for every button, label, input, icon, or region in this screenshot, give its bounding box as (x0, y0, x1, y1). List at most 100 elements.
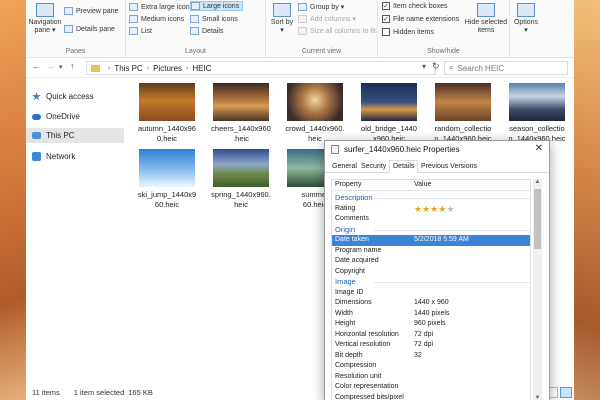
file-item[interactable]: old_bridge_1440 x960.heic (354, 83, 424, 144)
file-item[interactable]: ski_jump_1440x9 60.heic (132, 149, 202, 210)
breadcrumb-this-pc[interactable]: This PC (114, 64, 142, 73)
sidebar-item-network[interactable]: Network (26, 149, 124, 164)
file-item[interactable]: random_collectio n_1440x960.heic (428, 83, 498, 144)
close-icon[interactable]: ✕ (535, 143, 543, 154)
cloud-icon (32, 113, 41, 120)
sidebar-item-label: Quick access (46, 92, 94, 101)
refresh-icon[interactable]: ↻ (432, 61, 440, 72)
desktop-wallpaper-left (0, 0, 26, 400)
property-name: Date taken (335, 236, 369, 243)
star-icon[interactable]: ★ (446, 204, 454, 214)
dialog-title-bar[interactable]: surfer_1440x960.heic Properties (325, 141, 549, 157)
file-item[interactable]: season_collectio n_1440x960.heic (502, 83, 572, 144)
property-row[interactable]: Compressed bits/pixel (332, 393, 530, 400)
navigation-pane: Quick access OneDrive This PC Network (26, 79, 124, 385)
property-name: Dimensions (335, 299, 372, 306)
add-columns-button[interactable]: Add columns ▾ (298, 14, 356, 24)
recent-locations-chevron-icon[interactable]: ▾ (59, 63, 63, 71)
property-row[interactable]: Date acquired (332, 256, 530, 267)
file-name: heic (234, 200, 248, 209)
ribbon-group-label: Panes (65, 48, 86, 55)
property-row[interactable]: Width 1440 pixels (332, 309, 530, 320)
property-row[interactable]: Image ID (332, 288, 530, 299)
extra-large-icons-option[interactable]: Extra large icons (129, 2, 193, 12)
hide-selected-items-button[interactable]: Hide selected items (464, 2, 508, 35)
file-item[interactable]: cheers_1440x960 .heic (206, 83, 276, 144)
property-row[interactable]: Bit depth 32 (332, 351, 530, 362)
back-arrow-icon[interactable]: ← (32, 61, 41, 71)
breadcrumb-pictures[interactable]: Pictures (153, 64, 182, 73)
small-icons-option[interactable]: Small icons (190, 14, 238, 24)
sidebar-item-label: Network (46, 152, 76, 161)
scroll-down-arrow-icon[interactable]: ▼ (533, 395, 542, 400)
file-item[interactable]: crowd_1440x960. heic (280, 83, 350, 144)
item-check-boxes-checkbox[interactable]: ✓ Item check boxes (382, 1, 447, 11)
large-icons-icon (191, 2, 200, 10)
star-icon[interactable]: ★ (422, 204, 430, 214)
tab-security[interactable]: Security (358, 161, 389, 173)
property-name: Compression (335, 362, 377, 369)
small-icons-icon (190, 15, 199, 23)
tab-previous-versions[interactable]: Previous Versions (418, 161, 480, 173)
ribbon-group-layout: Extra large icons Large icons Medium ico… (126, 0, 266, 58)
property-row[interactable]: Date taken 5/2/2018 5:59 AM (332, 235, 530, 246)
up-arrow-icon[interactable]: ↑ (70, 61, 75, 71)
tab-details[interactable]: Details (389, 160, 419, 173)
scroll-up-arrow-icon[interactable]: ▲ (533, 179, 542, 185)
sidebar-item-label: This PC (46, 131, 75, 140)
large-icons-option[interactable]: Large icons (190, 1, 244, 11)
property-row[interactable]: Resolution unit (332, 372, 530, 383)
sidebar-item-this-pc[interactable]: This PC (26, 128, 124, 143)
checkbox-unchecked-icon (382, 28, 390, 36)
property-row[interactable]: Compression (332, 361, 530, 372)
sort-by-button[interactable]: Sort by ▾ (270, 2, 294, 35)
details-pane-icon (64, 25, 73, 33)
property-row[interactable]: Dimensions 1440 x 960 (332, 298, 530, 309)
ribbon-group-current-view: Sort by ▾ Group by ▾ Add columns ▾ Size … (266, 0, 378, 58)
large-icons-view-icon[interactable] (560, 387, 572, 398)
tab-general[interactable]: General (329, 161, 360, 173)
properties-dialog: surfer_1440x960.heic Properties ✕ Genera… (324, 140, 550, 400)
sidebar-item-onedrive[interactable]: OneDrive (26, 109, 124, 124)
column-header-property[interactable]: Property (335, 181, 361, 188)
property-row[interactable]: Copyright (332, 267, 530, 278)
property-row[interactable]: Comments (332, 214, 530, 225)
size-all-columns-button[interactable]: Size all columns to fit (298, 26, 376, 36)
property-row[interactable]: Horizontal resolution 72 dpi (332, 330, 530, 341)
property-name: Origin (335, 224, 356, 234)
breadcrumb-separator-icon: › (186, 64, 189, 72)
medium-icons-option[interactable]: Medium icons (129, 14, 184, 24)
file-name-extensions-checkbox[interactable]: ✓ File name extensions (382, 14, 459, 24)
address-bar[interactable]: › This PC › Pictures › HEIC (86, 61, 436, 75)
properties-scrollbar[interactable]: ▲ ▼ (533, 179, 542, 400)
preview-pane-button[interactable]: Preview pane (64, 6, 118, 16)
scrollbar-thumb[interactable] (534, 189, 541, 249)
options-button[interactable]: Options ▾ (512, 2, 540, 35)
rating-stars[interactable]: ★★★★★ (414, 204, 454, 214)
navigation-pane-button[interactable]: Navigation pane ▾ (28, 2, 62, 35)
computer-icon (32, 132, 41, 139)
desktop-wallpaper-right (574, 0, 600, 400)
file-name: 0.heic (156, 134, 177, 143)
list-option[interactable]: List (129, 26, 152, 36)
group-by-button[interactable]: Group by ▾ (298, 2, 344, 12)
property-value: 1440 pixels (414, 309, 450, 317)
file-item[interactable]: spring_1440x960. heic (206, 149, 276, 210)
address-dropdown-chevron-icon[interactable]: ▾ (422, 62, 426, 71)
property-row[interactable]: Program name (332, 246, 530, 257)
breadcrumb-heic[interactable]: HEIC (192, 64, 211, 73)
property-row[interactable]: Color representation (332, 382, 530, 393)
sidebar-item-quick-access[interactable]: Quick access (26, 89, 124, 104)
file-item[interactable]: autumn_1440x96 0.heic (132, 83, 202, 144)
sort-icon (273, 3, 291, 17)
property-row[interactable]: Vertical resolution 72 dpi (332, 340, 530, 351)
forward-arrow-icon[interactable]: → (46, 61, 55, 71)
details-pane-button[interactable]: Details pane (64, 24, 115, 34)
property-row[interactable]: Rating ★★★★★ (332, 204, 530, 215)
details-option[interactable]: Details (190, 26, 223, 36)
search-input[interactable]: ⌕ Search HEIC (444, 61, 568, 75)
star-icon[interactable]: ★ (414, 204, 422, 214)
hidden-items-checkbox[interactable]: Hidden items (382, 27, 434, 37)
property-row[interactable]: Height 960 pixels (332, 319, 530, 330)
column-header-value[interactable]: Value (414, 181, 431, 188)
